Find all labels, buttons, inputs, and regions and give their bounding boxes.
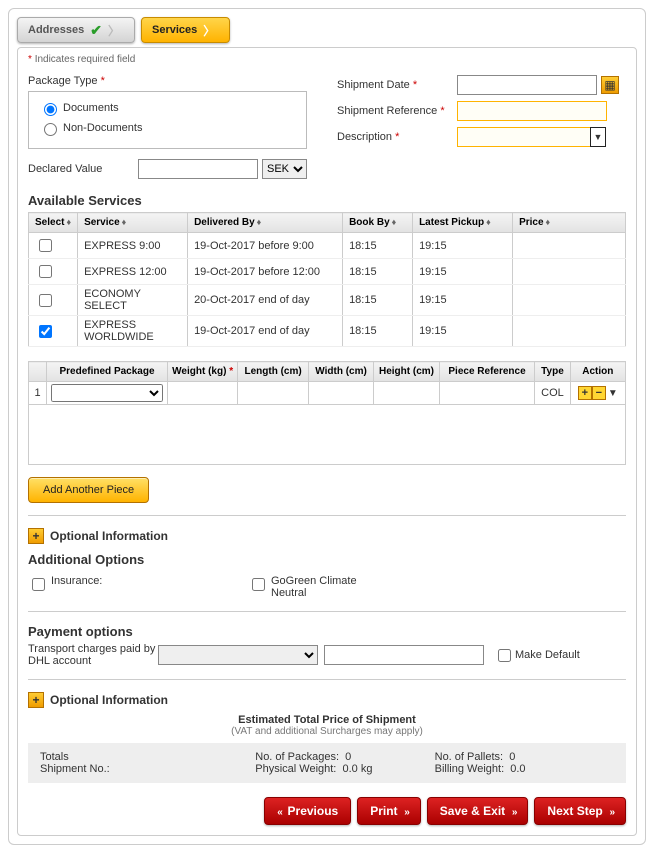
form-panel: * Indicates required field Package Type … — [17, 47, 637, 836]
plus-icon: + — [28, 692, 44, 708]
main-panel: Addresses ✔ 〉 Services 〉 * Indicates req… — [8, 8, 646, 845]
previous-button[interactable]: « Previous — [264, 797, 351, 825]
chevron-right-icon: 〉 — [203, 22, 215, 39]
declared-value-label: Declared Value — [28, 163, 138, 175]
payment-options-title: Payment options — [28, 624, 626, 639]
add-row-icon[interactable]: + — [578, 386, 592, 400]
save-exit-button[interactable]: Save & Exit » — [427, 797, 529, 825]
description-input[interactable] — [457, 127, 591, 147]
table-row: ECONOMY SELECT 20-Oct-2017 end of day 18… — [29, 285, 626, 316]
col-select[interactable]: Select♦ — [29, 213, 78, 233]
weight-input[interactable] — [173, 385, 231, 401]
col-pickup[interactable]: Latest Pickup♦ — [413, 213, 513, 233]
additional-options-title: Additional Options — [28, 552, 626, 567]
totals-label: Totals — [40, 751, 255, 763]
next-step-button[interactable]: Next Step » — [534, 797, 626, 825]
col-height: Height (cm) — [374, 362, 439, 382]
col-length: Length (cm) — [238, 362, 308, 382]
length-input[interactable] — [244, 385, 302, 401]
description-dropdown-icon[interactable]: ▼ — [590, 127, 606, 147]
package-type-box: Documents Non-Documents — [28, 91, 307, 149]
table-row: EXPRESS 12:00 19-Oct-2017 before 12:00 1… — [29, 259, 626, 285]
height-input[interactable] — [380, 385, 434, 401]
row-menu-icon[interactable]: ▼ — [608, 388, 618, 399]
add-another-piece-button[interactable]: Add Another Piece — [28, 477, 149, 503]
shipment-ref-input[interactable] — [457, 101, 607, 121]
documents-radio[interactable] — [44, 103, 57, 116]
currency-select[interactable]: SEK — [262, 159, 307, 179]
tab-addresses[interactable]: Addresses ✔ 〉 — [17, 17, 135, 43]
description-label: Description * — [337, 131, 457, 143]
gogreen-label: GoGreen Climate Neutral — [271, 575, 371, 599]
footer-buttons: « Previous Print » Save & Exit » Next St… — [28, 797, 626, 825]
print-button[interactable]: Print » — [357, 797, 421, 825]
make-default-wrap: Make Default — [494, 646, 580, 665]
transport-charges-label: Transport charges paid by DHL account — [28, 643, 158, 667]
plus-icon: + — [28, 528, 44, 544]
tab-services[interactable]: Services 〉 — [141, 17, 230, 43]
pieceref-input[interactable] — [446, 385, 528, 401]
non-documents-radio[interactable] — [44, 123, 57, 136]
predefined-select[interactable] — [51, 384, 163, 402]
required-note: * Indicates required field — [28, 54, 626, 65]
documents-label: Documents — [63, 102, 119, 114]
gogreen-checkbox[interactable] — [252, 578, 265, 591]
non-documents-label: Non-Documents — [63, 122, 142, 134]
width-input[interactable] — [314, 385, 368, 401]
shipment-ref-label: Shipment Reference * — [337, 105, 457, 117]
services-table: Select♦ Service♦ Delivered By♦ Book By♦ … — [28, 212, 626, 347]
optional-info-toggle-1[interactable]: + Optional Information — [28, 528, 626, 544]
estimate-block: Estimated Total Price of Shipment (VAT a… — [28, 714, 626, 737]
chevron-right-icon: 〉 — [108, 22, 120, 39]
piece-row: 1 COL +−▼ — [29, 382, 626, 405]
tab-label: Services — [152, 24, 197, 36]
insurance-label: Insurance: — [51, 575, 102, 587]
col-predefined: Predefined Package — [47, 362, 168, 382]
shipment-date-input[interactable] — [457, 75, 597, 95]
package-type-label: Package Type * — [28, 75, 307, 87]
tab-bar: Addresses ✔ 〉 Services 〉 — [17, 17, 637, 43]
shipment-no-label: Shipment No.: — [40, 763, 255, 775]
pieces-table: Predefined Package Weight (kg) * Length … — [28, 361, 626, 405]
col-service[interactable]: Service♦ — [78, 213, 188, 233]
col-pieceref: Piece Reference — [439, 362, 535, 382]
make-default-checkbox[interactable] — [498, 649, 511, 662]
col-width: Width (cm) — [308, 362, 373, 382]
remove-row-icon[interactable]: − — [592, 386, 606, 400]
check-icon: ✔ — [90, 22, 102, 39]
shipment-date-label: Shipment Date * — [337, 79, 457, 91]
tab-label: Addresses — [28, 24, 84, 36]
col-weight: Weight (kg) * — [167, 362, 237, 382]
col-action: Action — [570, 362, 625, 382]
table-row: EXPRESS 9:00 19-Oct-2017 before 9:00 18:… — [29, 233, 626, 259]
col-bookby[interactable]: Book By♦ — [343, 213, 413, 233]
service-checkbox[interactable] — [39, 325, 52, 338]
available-services-title: Available Services — [28, 193, 626, 208]
col-price[interactable]: Price♦ — [513, 213, 626, 233]
table-row: EXPRESS WORLDWIDE 19-Oct-2017 end of day… — [29, 316, 626, 347]
insurance-checkbox[interactable] — [32, 578, 45, 591]
declared-value-input[interactable] — [138, 159, 258, 179]
col-delivered[interactable]: Delivered By♦ — [188, 213, 343, 233]
service-checkbox[interactable] — [39, 239, 52, 252]
service-checkbox[interactable] — [39, 294, 52, 307]
pieces-empty-area — [28, 405, 626, 465]
totals-box: Totals Shipment No.: No. of Packages: 0 … — [28, 743, 626, 783]
calendar-icon[interactable]: ▦ — [601, 76, 619, 94]
transport-account-input[interactable] — [324, 645, 484, 665]
col-type: Type — [535, 362, 570, 382]
transport-account-select[interactable] — [158, 645, 318, 665]
make-default-label: Make Default — [515, 649, 580, 661]
optional-info-toggle-2[interactable]: + Optional Information — [28, 692, 626, 708]
service-checkbox[interactable] — [39, 265, 52, 278]
